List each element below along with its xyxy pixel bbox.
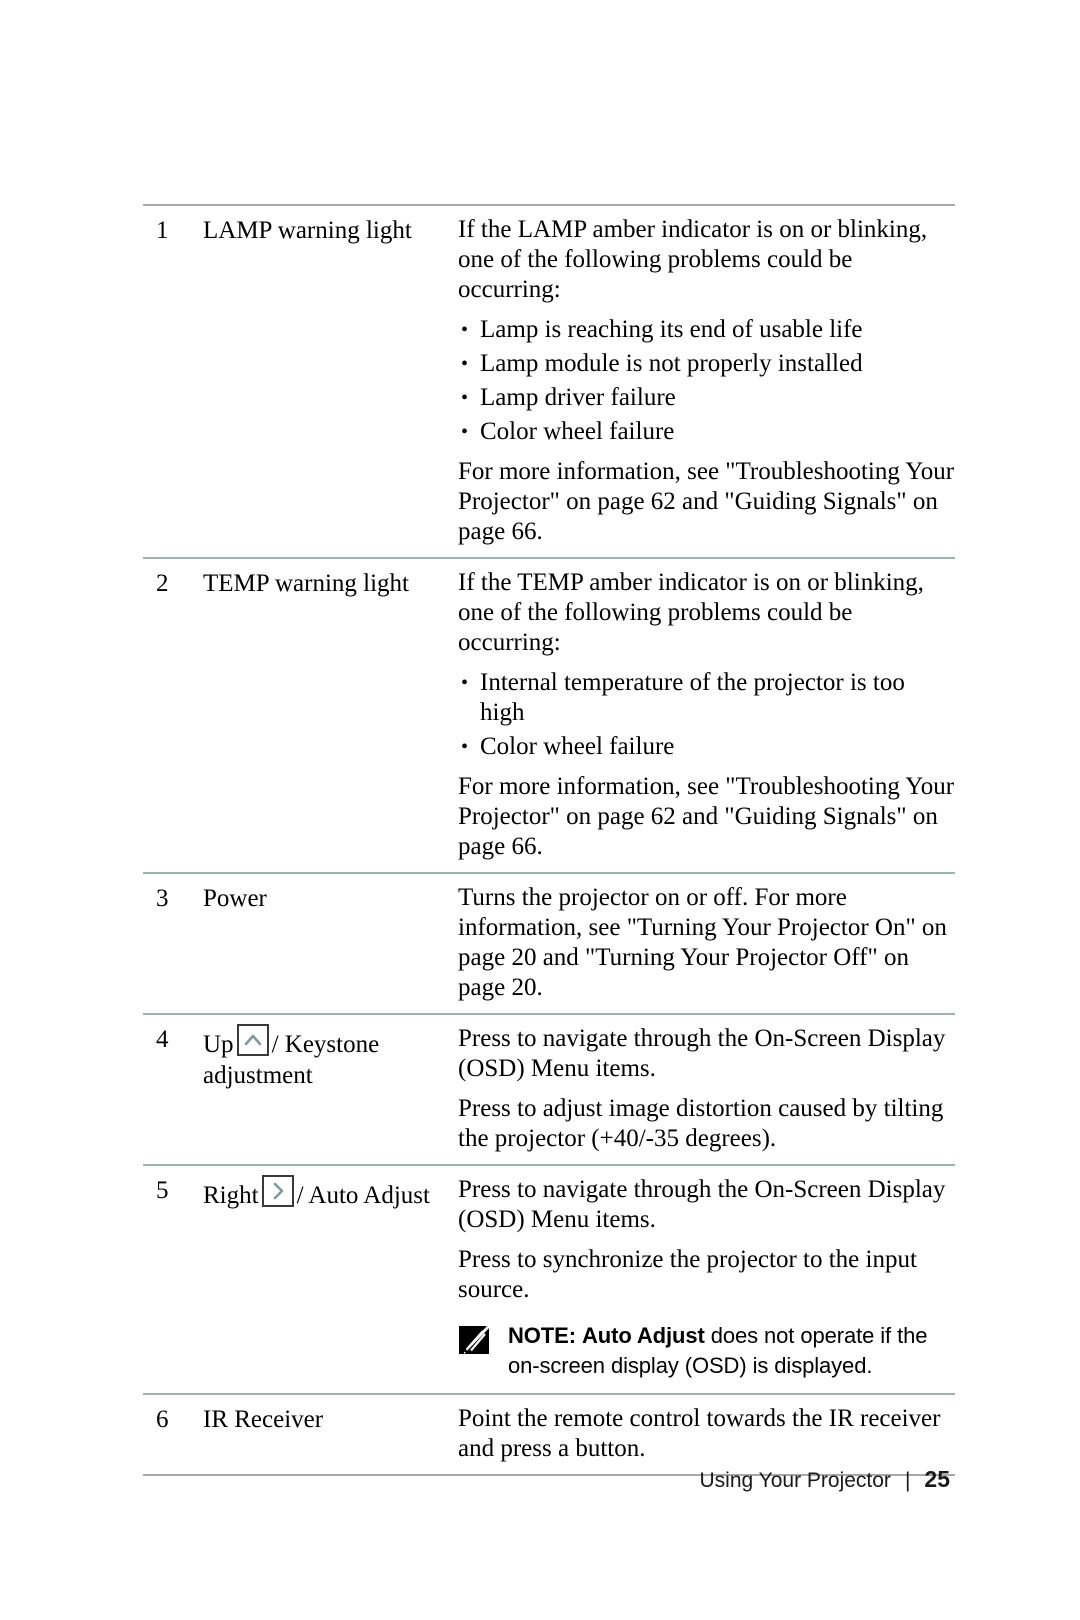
note-text: NOTE: Auto Adjust does not operate if th… — [508, 1321, 955, 1381]
right-chevron-key-icon — [261, 1175, 294, 1207]
row-body-text-1: Press to navigate through the On-Screen … — [458, 1025, 946, 1082]
table-row: 3 Power Turns the projector on or off. F… — [143, 874, 955, 1013]
row-body-text-1: Press to navigate through the On-Screen … — [458, 1176, 946, 1233]
footer-page-number: 25 — [924, 1466, 950, 1492]
row-number: 3 — [156, 885, 169, 912]
row-bullet-list: Internal temperature of the projector is… — [458, 668, 955, 762]
up-chevron-key-icon — [236, 1024, 269, 1056]
row-description: Press to navigate through the On-Screen … — [458, 1024, 955, 1154]
row-outro-text: For more information, see "Troubleshooti… — [458, 458, 955, 545]
row-label: TEMP warning light — [203, 570, 410, 597]
row-description: Point the remote control towards the IR … — [458, 1404, 955, 1464]
table-row: 1 LAMP warning light If the LAMP amber i… — [143, 206, 955, 557]
list-item: Lamp driver failure — [458, 383, 955, 413]
row-intro-text: If the TEMP amber indicator is on or bli… — [458, 569, 924, 656]
row-bullet-list: Lamp is reaching its end of usable life … — [458, 315, 955, 447]
list-item: Color wheel failure — [458, 417, 955, 447]
page-footer: Using Your Projector | 25 — [699, 1466, 950, 1493]
row-label-prefix: Up — [203, 1031, 234, 1058]
row-description: If the TEMP amber indicator is on or bli… — [458, 568, 955, 862]
document-page: 1 LAMP warning light If the LAMP amber i… — [0, 0, 1080, 1620]
row-intro-text: If the LAMP amber indicator is on or bli… — [458, 216, 928, 303]
row-body-text: Turns the projector on or off. For more … — [458, 884, 947, 1001]
table-row: 2 TEMP warning light If the TEMP amber i… — [143, 559, 955, 872]
list-item: Internal temperature of the projector is… — [458, 668, 955, 728]
footer-section-title: Using Your Projector — [699, 1469, 891, 1492]
row-body-text: Point the remote control towards the IR … — [458, 1405, 941, 1462]
row-number: 4 — [156, 1026, 169, 1053]
list-item: Lamp module is not properly installed — [458, 349, 955, 379]
note-callout: NOTE: Auto Adjust does not operate if th… — [458, 1321, 955, 1381]
list-item: Lamp is reaching its end of usable life — [458, 315, 955, 345]
row-label: LAMP warning light — [203, 217, 412, 244]
controls-description-table: 1 LAMP warning light If the LAMP amber i… — [143, 204, 955, 1476]
table-row: 6 IR Receiver Point the remote control t… — [143, 1395, 955, 1474]
row-label: IR Receiver — [203, 1406, 324, 1433]
row-body-text-2: Press to synchronize the projector to th… — [458, 1246, 917, 1303]
row-body-text-2: Press to adjust image distortion caused … — [458, 1095, 944, 1152]
table-row: 4 Up / Keystone adjustment Press to navi… — [143, 1015, 955, 1164]
row-outro-text: For more information, see "Troubleshooti… — [458, 773, 955, 860]
row-number: 2 — [156, 570, 169, 597]
row-number: 6 — [156, 1406, 169, 1433]
row-label-prefix: Right — [203, 1182, 259, 1209]
row-label: Right / Auto Adjust — [203, 1175, 458, 1211]
row-number: 1 — [156, 217, 169, 244]
row-label: Power — [203, 885, 267, 912]
row-description: Turns the projector on or off. For more … — [458, 883, 955, 1003]
row-description: Press to navigate through the On-Screen … — [458, 1175, 955, 1383]
row-description: If the LAMP amber indicator is on or bli… — [458, 215, 955, 547]
footer-separator: | — [904, 1469, 911, 1492]
row-label: Up / Keystone adjustment — [203, 1024, 458, 1091]
note-emphasis-label: Auto Adjust — [581, 1323, 705, 1348]
list-item: Color wheel failure — [458, 732, 955, 762]
row-number: 5 — [156, 1177, 169, 1204]
note-lead-label: NOTE: — [508, 1323, 576, 1348]
dell-note-pencil-icon — [458, 1325, 492, 1355]
row-label-suffix: / Auto Adjust — [296, 1182, 430, 1209]
table-row: 5 Right / Auto Adjust Press to navigate … — [143, 1166, 955, 1393]
